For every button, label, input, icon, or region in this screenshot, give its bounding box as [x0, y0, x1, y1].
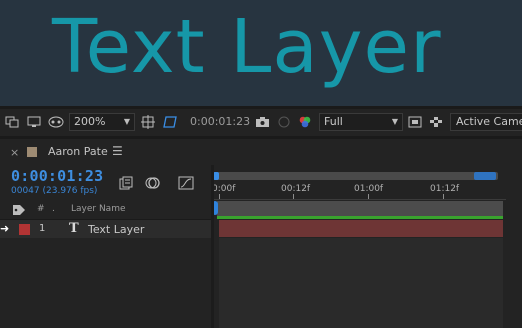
timeline-column-divider[interactable]: [211, 165, 214, 328]
timeline-right-edge: [503, 201, 522, 328]
layer-name[interactable]: Text Layer: [88, 223, 144, 236]
chevron-down-icon: ▼: [123, 117, 130, 126]
graph-editor-icon[interactable]: [178, 175, 194, 191]
timeline-panel-tab: × Aaron Pate ☰: [0, 139, 522, 165]
viewer-toolbar: 200% ▼ 0:00:01:23 Full ▼ Active Camera: [0, 109, 522, 136]
comp-color-swatch: [27, 147, 37, 157]
monitor-icon[interactable]: [26, 114, 42, 130]
ruler-label: 0:00f: [212, 184, 236, 194]
camera-select[interactable]: Active Camera: [450, 113, 522, 131]
resolution-select[interactable]: Full ▼: [319, 113, 403, 131]
work-area-range[interactable]: [217, 216, 503, 219]
track-empty-area: [219, 238, 503, 328]
zoom-value: 200%: [74, 115, 106, 128]
camera-snapshot-icon[interactable]: [254, 114, 270, 130]
current-time-display[interactable]: 0:00:01:23: [190, 113, 250, 131]
ruler-label: 01:12f: [430, 184, 460, 194]
region-toggle-icon[interactable]: [407, 114, 423, 130]
close-icon[interactable]: ×: [10, 146, 19, 159]
label-tag-icon[interactable]: [12, 204, 26, 219]
layer-label-color[interactable]: [19, 224, 30, 235]
timeline-current-time[interactable]: 0:00:01:23: [11, 167, 103, 185]
chevron-down-icon: ▼: [391, 117, 398, 126]
layer-column-header: # . Layer Name: [0, 201, 212, 220]
text-layer-type-icon: T: [69, 221, 79, 236]
composition-viewer[interactable]: Text Layer: [0, 0, 522, 106]
snapshot-settings-icon[interactable]: [4, 114, 20, 130]
ruler-baseline: [212, 199, 506, 200]
frame-count: 00047 (23.976 fps): [11, 186, 98, 196]
ruler-label: 01:00f: [354, 184, 384, 194]
layer-number: 1: [39, 223, 46, 234]
motion-blur-icon[interactable]: [145, 175, 161, 191]
layer-duration-bar[interactable]: [219, 220, 503, 237]
composition-mini-flowchart-icon[interactable]: [118, 175, 134, 191]
time-navigator-bar[interactable]: [214, 172, 498, 180]
column-layer-name[interactable]: Layer Name: [71, 204, 126, 214]
ruler-label: 00:12f: [281, 184, 311, 194]
mask-visibility-icon[interactable]: [48, 114, 64, 130]
layer-list-empty-area: [0, 239, 212, 328]
panel-menu-icon[interactable]: ☰: [112, 144, 123, 158]
time-navigator-end-handle[interactable]: [474, 172, 496, 180]
column-divider-dot: .: [52, 204, 55, 214]
region-of-interest-icon[interactable]: [162, 114, 178, 130]
transparency-grid-icon[interactable]: [428, 114, 444, 130]
zoom-select[interactable]: 200% ▼: [69, 113, 135, 131]
column-number: #: [37, 204, 45, 214]
resolution-value: Full: [324, 115, 343, 128]
comp-tab-label[interactable]: Aaron Pate: [48, 145, 108, 158]
selected-arrow-icon: ➜: [0, 222, 10, 235]
color-channels-icon[interactable]: [297, 114, 313, 130]
viewer-text-layer[interactable]: Text Layer: [52, 4, 442, 90]
grid-guides-icon[interactable]: [140, 114, 156, 130]
work-area-bar[interactable]: [217, 201, 503, 216]
show-snapshot-icon[interactable]: [276, 114, 292, 130]
